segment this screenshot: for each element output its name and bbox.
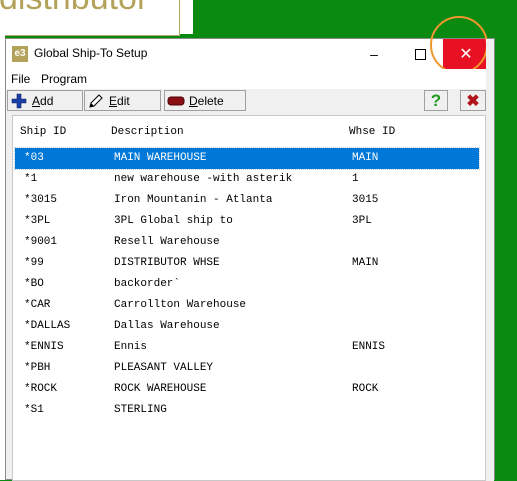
cell-ship-id: *9001 <box>24 236 58 248</box>
table-row[interactable]: *3PL 3PL Global ship to 3PL <box>13 211 485 232</box>
app-icon: e3 <box>12 46 28 62</box>
cell-whse-id: 3PL <box>352 215 372 227</box>
minimize-icon: – <box>370 46 378 62</box>
cell-whse-id: ENNIS <box>352 341 386 353</box>
table-row[interactable]: *9001 Resell Warehouse <box>13 232 485 253</box>
help-icon: ? <box>430 90 442 110</box>
cell-description: Resell Warehouse <box>114 236 220 248</box>
cell-whse-id: 1 <box>352 173 359 185</box>
help-button[interactable]: ? <box>424 90 448 111</box>
table-row[interactable]: *99 DISTRIBUTOR WHSE MAIN <box>13 253 485 274</box>
table-row[interactable]: *3015 Iron Mountanin - Atlanta 3015 <box>13 190 485 211</box>
table-row[interactable]: *DALLAS Dallas Warehouse <box>13 316 485 337</box>
table-row[interactable]: *CAR Carrollton Warehouse <box>13 295 485 316</box>
column-header-ship-id[interactable]: Ship ID <box>20 126 66 138</box>
add-button-label: Add <box>32 93 54 108</box>
background-app-header: distributor <box>0 0 193 36</box>
minimize-button[interactable]: – <box>351 39 397 69</box>
menu-file[interactable]: File <box>11 72 30 86</box>
cell-description: Iron Mountanin - Atlanta <box>114 194 273 206</box>
table-row[interactable]: *03 MAIN WAREHOUSE MAIN <box>14 147 480 170</box>
cell-ship-id: *BO <box>24 278 44 290</box>
table-row[interactable]: *1 new warehouse -with asterik 1 <box>13 169 485 190</box>
background-logo-text: distributor <box>0 0 148 18</box>
cell-description: STERLING <box>114 404 167 416</box>
cell-ship-id: *ENNIS <box>24 341 64 353</box>
table-row[interactable]: *ENNIS Ennis ENNIS <box>13 337 485 358</box>
cell-whse-id: ROCK <box>352 383 379 395</box>
exit-x-icon: ✖ <box>466 92 480 110</box>
cell-description: ROCK WAREHOUSE <box>114 383 207 395</box>
cell-ship-id: *ROCK <box>24 383 58 395</box>
table-row[interactable]: *BO backorder` <box>13 274 485 295</box>
cell-description: DISTRIBUTOR WHSE <box>114 257 220 269</box>
exit-button[interactable]: ✖ <box>460 90 486 111</box>
cell-description: PLEASANT VALLEY <box>114 362 214 374</box>
highlight-ring <box>430 16 488 74</box>
cell-whse-id: MAIN <box>352 152 379 164</box>
cell-ship-id: *99 <box>24 257 44 269</box>
cell-whse-id: 3015 <box>352 194 379 206</box>
menu-bar: File Program <box>6 69 494 89</box>
window-title: Global Ship-To Setup <box>34 46 148 60</box>
add-button[interactable]: Add <box>7 90 83 111</box>
delete-button-label: Delete <box>189 93 224 108</box>
delete-button[interactable]: Delete <box>164 90 246 111</box>
cell-description: new warehouse -with asterik <box>114 173 293 185</box>
edit-button[interactable]: Edit <box>84 90 161 111</box>
table-row[interactable]: *ROCK ROCK WAREHOUSE ROCK <box>13 379 485 400</box>
cell-whse-id: MAIN <box>352 257 379 269</box>
edit-button-label: Edit <box>109 93 130 108</box>
cell-ship-id: *03 <box>24 152 44 164</box>
cell-ship-id: *DALLAS <box>24 320 71 332</box>
toolbar: Add Edit Delete ? ✖ <box>6 89 494 113</box>
window-right-edge <box>486 39 494 481</box>
eraser-icon <box>167 93 185 109</box>
maximize-icon <box>414 48 426 60</box>
list-rows: *03 MAIN WAREHOUSE MAIN *1 new warehouse -wi… <box>13 147 485 421</box>
plus-icon <box>10 93 28 109</box>
cell-description: MAIN WAREHOUSE <box>114 152 207 164</box>
cell-ship-id: *S1 <box>24 404 44 416</box>
title-bar[interactable]: e3 Global Ship-To Setup – ✕ <box>6 16 494 74</box>
column-header-description[interactable]: Description <box>111 126 184 138</box>
cell-description: Carrollton Warehouse <box>114 299 247 311</box>
menu-program[interactable]: Program <box>41 72 87 86</box>
cell-ship-id: *PBH <box>24 362 51 374</box>
ship-to-list[interactable]: Ship ID Description Whse ID *03 MAIN WARE… <box>12 115 486 481</box>
cell-description: 3PL Global ship to <box>114 215 233 227</box>
table-row[interactable]: *PBH PLEASANT VALLEY <box>13 358 485 379</box>
cell-description: Dallas Warehouse <box>114 320 220 332</box>
cell-ship-id: *3PL <box>24 215 51 227</box>
background-logo-box: distributor <box>0 0 180 36</box>
list-header: Ship ID Description Whse ID <box>13 116 485 146</box>
cell-description: Ennis <box>114 341 148 353</box>
cell-ship-id: *1 <box>24 173 38 185</box>
cell-ship-id: *CAR <box>24 299 51 311</box>
column-header-whse-id[interactable]: Whse ID <box>349 126 395 138</box>
cell-description: backorder` <box>114 278 181 290</box>
ship-to-setup-window: e3 Global Ship-To Setup – ✕ File Program… <box>5 16 495 481</box>
pencil-icon <box>87 93 105 109</box>
cell-ship-id: *3015 <box>24 194 58 206</box>
table-row[interactable]: *S1 STERLING <box>13 400 485 421</box>
